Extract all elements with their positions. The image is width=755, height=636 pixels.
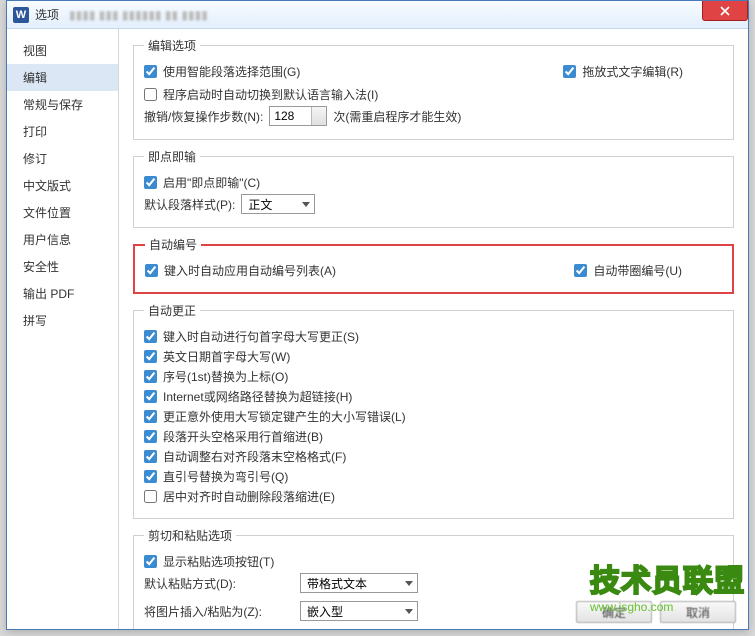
sidebar-item-7[interactable]: 用户信息 [7,226,118,253]
lbl-autocorrect-2: 序号(1st)替换为上标(O) [163,368,288,385]
main-panel: 编辑选项 使用智能段落选择范围(G) 拖放式文字编辑(R) 程序启动时自动切换到… [119,29,748,629]
legend-edit: 编辑选项 [144,37,200,54]
lbl-undo-hint: 次(需重启程序才能生效) [333,108,461,125]
lbl-undo-steps: 撤销/恢复操作步数(N): [144,108,263,125]
sidebar: 视图编辑常规与保存打印修订中文版式文件位置用户信息安全性输出 PDF拼写 [7,29,119,629]
sidebar-item-3[interactable]: 打印 [7,118,118,145]
cb-show-paste-btn[interactable] [144,555,157,568]
title-extra: ▮▮▮▮ ▮▮▮ ▮▮▮▮▮▮ ▮▮ ▮▮▮▮ [69,8,208,22]
lbl-autocorrect-4: 更正意外使用大写锁定键产生的大小写错误(L) [163,408,406,425]
lbl-circle-number: 自动带圈编号(U) [593,262,682,279]
cb-autocorrect-1[interactable] [144,350,157,363]
lbl-smart-select: 使用智能段落选择范围(G) [163,63,300,80]
cb-auto-ime[interactable] [144,88,157,101]
cb-autocorrect-7[interactable] [144,470,157,483]
window-title: 选项 [35,6,59,23]
group-edit-options: 编辑选项 使用智能段落选择范围(G) 拖放式文字编辑(R) 程序启动时自动切换到… [133,37,734,140]
group-auto-correct: 自动更正 键入时自动进行句首字母大写更正(S) 英文日期首字母大写(W) 序号(1s… [133,302,734,519]
lbl-auto-number-list: 键入时自动应用自动编号列表(A) [164,262,336,279]
group-click-type: 即点即输 启用"即点即输"(C) 默认段落样式(P): 正文 [133,148,734,228]
lbl-autocorrect-5: 段落开头空格采用行首缩进(B) [163,428,323,445]
close-icon [720,6,730,16]
sidebar-item-9[interactable]: 输出 PDF [7,280,118,307]
cb-autocorrect-6[interactable] [144,450,157,463]
cancel-button[interactable]: 取消 [660,601,736,623]
cb-click-type[interactable] [144,176,157,189]
legend-auto-number: 自动编号 [145,236,201,253]
cb-drag-text[interactable] [563,65,576,78]
cb-circle-number[interactable] [574,264,587,277]
lbl-click-type: 启用"即点即输"(C) [163,174,260,191]
ok-button[interactable]: 确定 [576,601,652,623]
select-paste-mode[interactable]: 带格式文本 [300,573,418,593]
lbl-autocorrect-0: 键入时自动进行句首字母大写更正(S) [163,328,359,345]
options-dialog: W 选项 ▮▮▮▮ ▮▮▮ ▮▮▮▮▮▮ ▮▮ ▮▮▮▮ 视图编辑常规与保存打印… [6,0,749,630]
cb-auto-number-list[interactable] [145,264,158,277]
cb-autocorrect-4[interactable] [144,410,157,423]
cb-autocorrect-2[interactable] [144,370,157,383]
button-bar: 确定 取消 [137,599,736,625]
sidebar-item-1[interactable]: 编辑 [7,64,118,91]
lbl-paste-mode: 默认粘贴方式(D): [144,575,294,592]
undo-steps-spinner[interactable]: 128 [269,106,327,126]
legend-click-type: 即点即输 [144,148,200,165]
sidebar-item-6[interactable]: 文件位置 [7,199,118,226]
lbl-autocorrect-8: 居中对齐时自动删除段落缩进(E) [163,488,335,505]
cb-autocorrect-5[interactable] [144,430,157,443]
lbl-show-paste-btn: 显示粘贴选项按钮(T) [163,553,274,570]
titlebar: W 选项 ▮▮▮▮ ▮▮▮ ▮▮▮▮▮▮ ▮▮ ▮▮▮▮ [7,1,748,29]
lbl-autocorrect-3: Internet或网络路径替换为超链接(H) [163,388,352,405]
app-icon: W [13,7,29,23]
close-button[interactable] [702,1,748,21]
content: 视图编辑常规与保存打印修订中文版式文件位置用户信息安全性输出 PDF拼写 编辑选… [7,29,748,629]
lbl-auto-ime: 程序启动时自动切换到默认语言输入法(I) [163,86,378,103]
lbl-autocorrect-6: 自动调整右对齐段落末空格格式(F) [163,448,346,465]
select-default-style[interactable]: 正文 [241,194,315,214]
sidebar-item-8[interactable]: 安全性 [7,253,118,280]
sidebar-item-0[interactable]: 视图 [7,37,118,64]
sidebar-item-4[interactable]: 修订 [7,145,118,172]
legend-cut-paste: 剪切和粘贴选项 [144,527,236,544]
group-auto-number: 自动编号 键入时自动应用自动编号列表(A) 自动带圈编号(U) [133,236,734,294]
cb-smart-select[interactable] [144,65,157,78]
sidebar-item-2[interactable]: 常规与保存 [7,91,118,118]
cb-autocorrect-0[interactable] [144,330,157,343]
legend-auto-correct: 自动更正 [144,302,200,319]
cb-autocorrect-3[interactable] [144,390,157,403]
lbl-default-style: 默认段落样式(P): [144,196,235,213]
lbl-autocorrect-1: 英文日期首字母大写(W) [163,348,290,365]
lbl-autocorrect-7: 直引号替换为弯引号(Q) [163,468,288,485]
lbl-drag-text: 拖放式文字编辑(R) [582,63,683,80]
sidebar-item-5[interactable]: 中文版式 [7,172,118,199]
sidebar-item-10[interactable]: 拼写 [7,307,118,334]
cb-autocorrect-8[interactable] [144,490,157,503]
